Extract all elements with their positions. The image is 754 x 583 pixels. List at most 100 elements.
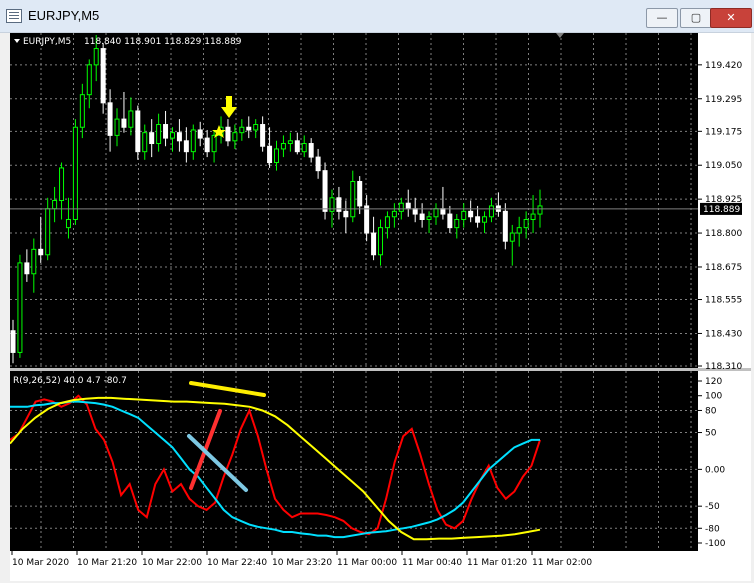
candle-bull	[482, 216, 488, 223]
candle-bull	[461, 210, 467, 220]
candle-bull	[274, 148, 279, 164]
candle-bear	[440, 208, 446, 215]
candle-bull	[86, 64, 92, 96]
indicator-header: R(9,26,52) 40.0 4.7 -80.7	[13, 376, 127, 386]
candle-bear	[225, 126, 231, 142]
price-tick-label: 119.420	[705, 61, 742, 71]
indicator-tick-label: 50	[705, 429, 717, 439]
candle-bear	[135, 110, 141, 153]
candle-bull	[253, 124, 259, 131]
candle-bull	[537, 205, 543, 215]
candle-bull	[17, 262, 23, 353]
candle-bear	[197, 129, 203, 139]
candle-bull	[65, 218, 71, 229]
candle-bull	[523, 218, 529, 229]
candle-bull	[239, 126, 245, 134]
maximize-button[interactable]: ▢	[680, 8, 712, 28]
minimize-button[interactable]: —	[646, 8, 678, 28]
candle-bull	[350, 181, 356, 218]
candle-bear	[412, 208, 418, 215]
indicator-tick-label: -50	[705, 502, 720, 512]
candle-bear	[107, 102, 113, 136]
candle-bull	[114, 118, 120, 136]
chart-window: EURJPY,M5 — ▢ ✕ 119.420 119.295 119.175 119…	[0, 0, 754, 583]
current-price-label: 118.889	[703, 205, 740, 215]
price-tick-label: 119.175	[705, 127, 742, 137]
time-tick-label: 11 Mar 00:40	[402, 558, 462, 568]
candle-bull	[301, 143, 307, 153]
candle-bear	[315, 156, 321, 172]
price-tick-label: 118.675	[705, 263, 742, 273]
candle-bear	[204, 137, 210, 153]
time-tick-label: 10 Mar 22:40	[207, 558, 267, 568]
indicator-tick-label: 80	[705, 406, 717, 416]
candle-bull	[454, 218, 460, 229]
price-tick-label: 118.800	[705, 229, 742, 239]
price-tick-label: 118.430	[705, 329, 742, 339]
price-tick-label: 119.295	[705, 95, 742, 105]
candle-bear	[405, 202, 411, 210]
chart-canvas[interactable]: 119.420119.295119.175119.050118.925118.8…	[10, 33, 751, 581]
candle-bear	[322, 170, 328, 212]
candle-bull	[156, 124, 162, 145]
time-tick-label: 11 Mar 00:00	[337, 558, 397, 568]
pane-separator[interactable]	[10, 368, 751, 371]
candle-bear	[176, 132, 182, 142]
indicator-tick-label: 0.00	[705, 465, 725, 475]
indicator-tick-label: -80	[705, 524, 720, 534]
candle-bear	[260, 124, 266, 147]
candle-bull	[190, 129, 196, 153]
price-tick-label: 118.555	[705, 296, 742, 306]
candle-bull	[287, 140, 293, 145]
candle-bull	[72, 126, 78, 220]
candle-bear	[246, 126, 252, 131]
time-tick-label: 10 Mar 23:20	[272, 558, 332, 568]
candle-bear	[183, 140, 189, 153]
indicator-tick-label: -100	[705, 539, 726, 549]
candle-bull	[142, 132, 148, 153]
candle-bull	[398, 202, 404, 212]
time-tick-label: 10 Mar 21:20	[77, 558, 137, 568]
candle-bear	[308, 143, 314, 158]
candle-bull	[31, 248, 37, 275]
candle-bear	[100, 48, 106, 104]
window-titlebar[interactable]: EURJPY,M5 — ▢ ✕	[0, 0, 754, 33]
candle-bear	[163, 124, 169, 139]
candle-bear	[38, 248, 44, 256]
candle-bear	[149, 132, 155, 145]
candle-bull	[169, 132, 175, 139]
candle-bear	[10, 330, 16, 353]
chart-ohlc-label: 118.840 118.901 118.829 118.889	[84, 37, 242, 47]
candle-bull	[433, 208, 439, 218]
candle-bull	[79, 94, 85, 128]
candle-bull	[488, 205, 494, 218]
candle-bear	[419, 213, 425, 220]
chart-area[interactable]: 119.420 119.295 119.175 119.050 118.925 118.8…	[10, 33, 751, 581]
candle-bull	[509, 232, 515, 242]
candle-bear	[468, 210, 474, 218]
candle-bear	[267, 145, 273, 164]
candle-bull	[384, 216, 390, 229]
candle-bear	[357, 181, 363, 207]
candle-bull	[93, 48, 99, 66]
candle-bull	[52, 200, 58, 210]
candle-bull	[516, 227, 522, 234]
candle-bear	[475, 216, 481, 223]
candle-bear	[447, 213, 453, 229]
indicator-tick-label: 120	[705, 377, 722, 387]
price-tick-label: 119.050	[705, 161, 742, 171]
candle-bull	[391, 210, 397, 218]
window-title: EURJPY,M5	[28, 8, 100, 23]
time-tick-label: 11 Mar 02:00	[532, 558, 592, 568]
candle-bear	[371, 232, 377, 256]
candle-bull	[232, 132, 238, 142]
candle-bear	[502, 210, 508, 242]
chart-symbol-label: EURJPY,M5	[23, 37, 71, 47]
candle-bear	[364, 205, 370, 234]
close-button[interactable]: ✕	[710, 8, 752, 28]
chart-window-icon	[6, 9, 22, 23]
candle-bull	[530, 213, 536, 220]
candle-bull	[280, 143, 286, 150]
time-tick-label: 10 Mar 2020	[12, 558, 69, 568]
time-tick-label: 10 Mar 22:00	[142, 558, 202, 568]
